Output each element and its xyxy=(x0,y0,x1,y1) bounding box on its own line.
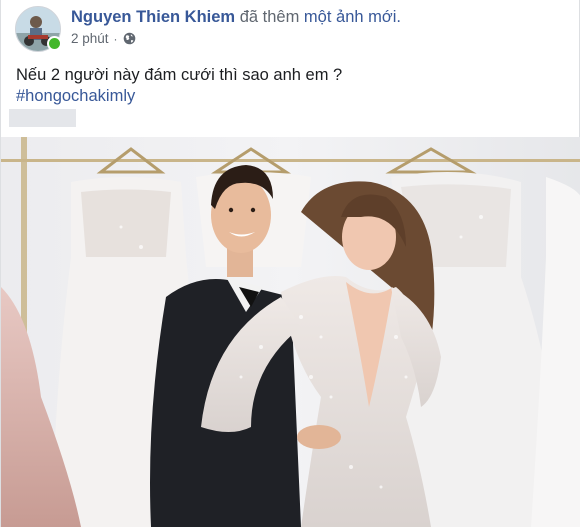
feed-post: Nguyen Thien Khiem đã thêm một ảnh mới. … xyxy=(0,0,580,527)
post-meta: 2 phút · xyxy=(71,31,136,46)
timestamp-link[interactable]: 2 phút xyxy=(71,31,109,46)
author-name-link[interactable]: Nguyen Thien Khiem xyxy=(71,8,235,26)
post-header: Nguyen Thien Khiem đã thêm một ảnh mới. xyxy=(71,6,401,28)
avatar[interactable] xyxy=(15,6,62,52)
post-photo[interactable] xyxy=(1,137,580,527)
redacted-block xyxy=(9,109,76,127)
new-photo-link[interactable]: một ảnh mới. xyxy=(304,8,401,26)
separator-dot: · xyxy=(113,31,118,46)
hashtag-link[interactable]: #hongochakimly xyxy=(16,85,135,107)
wedding-photo-illustration xyxy=(1,137,580,527)
online-status-icon xyxy=(47,36,62,51)
globe-icon[interactable] xyxy=(123,32,136,45)
post-message: Nếu 2 người này đám cưới thì sao anh em … xyxy=(16,66,343,84)
action-verb: đã thêm xyxy=(239,8,300,26)
